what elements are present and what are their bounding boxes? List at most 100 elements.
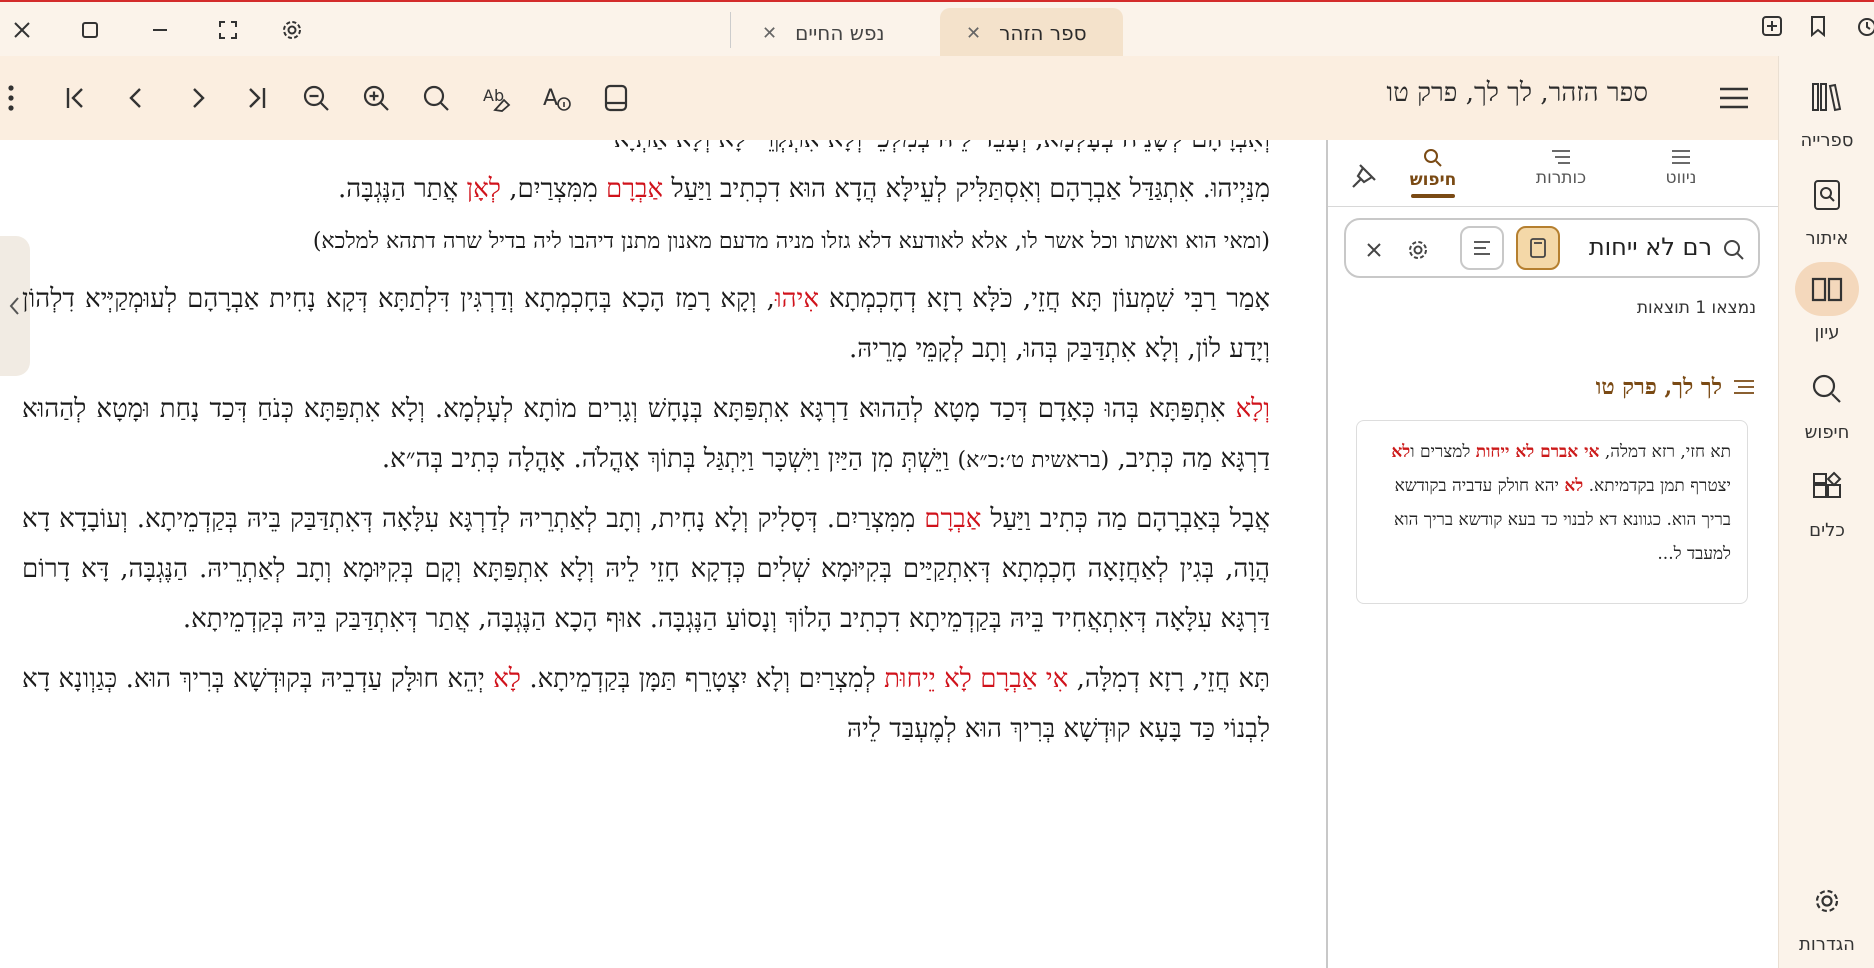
rail-item-library[interactable]: ספרייה [1779,70,1874,151]
chevron-left-icon [129,88,141,108]
rail-icon-container [1795,168,1859,222]
highlight-text: אַבְרָם [924,504,982,534]
text-info-button[interactable]: A [534,76,578,120]
menu-button[interactable] [1712,76,1756,120]
gear-icon [1815,889,1839,913]
tab-navigation[interactable]: ניווט [1626,148,1736,188]
rail-label: עיון [1814,322,1840,343]
close-icon [14,22,30,38]
book-icon [1530,238,1546,258]
previous-section-button[interactable] [114,76,158,120]
tools-icon [1813,471,1842,498]
snippet-text: יצטרף תמן בקדמיתא. [1583,476,1731,496]
paragraph-text: מִנַּיְיהוּ. אִתְגַּדַּל אַבְרָהָם וְאִס… [663,174,1270,204]
close-tab-icon[interactable]: ✕ [966,23,981,44]
search-icon [423,85,449,111]
chevron-left-icon [9,297,19,315]
close-window-button[interactable] [4,12,40,48]
app-rail: ספרייה איתור עיון חיפוש כלים הגדרות [1778,56,1874,968]
verse-reference[interactable]: (בראשית ט׳:כ״א) [958,448,1110,473]
highlight-text: לָא [493,664,521,694]
settings-button[interactable] [274,12,310,48]
locate-icon [1814,180,1840,210]
search-input[interactable]: רם לא ייחות [1344,218,1760,278]
highlight-text: אִי אַבְרָם לָא יֵיחוּת [884,664,1069,694]
paragraph: וְלָא אִתְפַּתָּא בְּהוּ כְּאָדָם דְּכַד… [22,384,1270,484]
rail-icon-container [1795,874,1859,928]
skip-first-icon [66,88,83,108]
tab-separator [730,12,731,48]
side-panel: ניווט כותרות חיפוש רם לא ייחות נמצאו 1 ת… [1326,140,1778,968]
paragraph-text: וְאִבְרָהָם לְשָׁנֵיה בְּעָלְמָא, וְעָבֵ… [614,140,1270,154]
highlight-text: אַבְרָם [606,174,664,204]
rail-item-settings[interactable]: הגדרות [1779,874,1874,955]
add-tab-icon [1762,16,1782,36]
fullscreen-button[interactable] [210,12,246,48]
rail-item-locate[interactable]: איתור [1779,168,1874,249]
rail-label: כלים [1809,520,1845,541]
snippet-highlight: לא [1564,476,1584,496]
more-vertical-icon [8,85,14,111]
tab-label: כותרות [1535,168,1587,188]
highlight-text: אִיהוּ [774,284,819,314]
reader-toolbar: Ab A ספר הזהר, לך לך, פרק טו [0,56,1778,140]
tab-headings[interactable]: כותרות [1506,148,1616,188]
clear-search-button[interactable] [1354,230,1394,270]
highlight-text: וְלָא [1235,394,1270,424]
rail-item-study[interactable]: עיון [1779,262,1874,343]
svg-text:A: A [543,86,558,111]
book-layout-icon [604,84,628,112]
minimize-window-button[interactable] [142,12,178,48]
tab-sefer-hazohar[interactable]: ✕ ספר הזהר [940,8,1123,58]
tab-nefesh-hachaim[interactable]: ✕ נפש החיים [762,8,884,58]
title-bar: ✕ נפש החיים ✕ ספר הזהר [0,0,1874,58]
first-section-button[interactable] [54,76,98,120]
divider [1328,206,1778,207]
find-in-text-button[interactable] [414,76,458,120]
tab-label: ניווט [1665,168,1697,188]
new-tab-button[interactable] [1756,10,1788,42]
search-icon [1424,149,1442,167]
fuzzy-search-toggle[interactable] [1460,226,1504,270]
tab-label: ספר הזהר [999,21,1087,45]
next-section-button[interactable] [176,76,220,120]
editor-note: (ומאי הוא ואשתו וכל אשר לו, אלא לאודעא ד… [312,229,1270,254]
result-group-header[interactable]: לך לך, פרק טו [1596,374,1756,400]
bookmark-button[interactable] [1802,10,1834,42]
maximize-icon [82,22,98,38]
tab-label: נפש החיים [795,21,885,45]
rail-icon-container [1795,70,1859,124]
paragraph-text: אָמַר רַבִּי שִׁמְעוֹן תָּא חֲזֵי, כֹּלָ… [818,284,1270,314]
bookmark-icon [1811,16,1825,37]
split-view-button[interactable] [594,76,638,120]
page-title: ספר הזהר, לך לך, פרק טו [1386,78,1649,108]
paragraph-text: אֲבָל בְּאַבְרָהָם מַה כְּתִיב וַיַּעַל [981,504,1270,534]
book-open-icon [1811,277,1843,302]
paragraph-text: מִמִּצְרַיִם, [500,174,607,204]
rail-item-tools[interactable]: כלים [1779,460,1874,541]
rail-icon-container [1795,460,1859,514]
tab-search[interactable]: חיפוש [1378,148,1488,198]
last-section-button[interactable] [234,76,278,120]
history-button[interactable] [1850,10,1874,42]
rail-label: חיפוש [1804,422,1850,443]
result-count: נמצאו 1 תוצאות [1636,298,1756,318]
rail-item-search[interactable]: חיפוש [1779,362,1874,443]
remove-nikud-button[interactable]: Ab [474,76,518,120]
search-result-item[interactable]: תא חזי, רזא דמלה, אי אברם לא ייחות למצרי… [1356,420,1748,604]
paragraph: מִנַּיְיהוּ. אִתְגַּדַּל אַבְרָהָם וְאִס… [22,164,1270,214]
more-options-button[interactable] [0,76,26,120]
text-clear-format-icon: Ab [483,86,511,112]
tab-label: חיפוש [1409,170,1457,190]
zoom-out-button[interactable] [294,76,338,120]
maximize-window-button[interactable] [72,12,108,48]
book-filter-toggle[interactable] [1516,226,1560,270]
search-settings-button[interactable] [1398,230,1438,270]
rail-label: הגדרות [1799,934,1855,955]
zoom-in-button[interactable] [354,76,398,120]
close-tab-icon[interactable]: ✕ [762,23,777,44]
snippet-text: תא חזי, רזא דמלה, [1599,442,1731,462]
rail-icon-container [1795,362,1859,416]
paragraph-text: תָּא חֲזֵי, רָזָא דְמִלָּה, [1068,664,1270,694]
font-info-icon: A [543,86,571,111]
